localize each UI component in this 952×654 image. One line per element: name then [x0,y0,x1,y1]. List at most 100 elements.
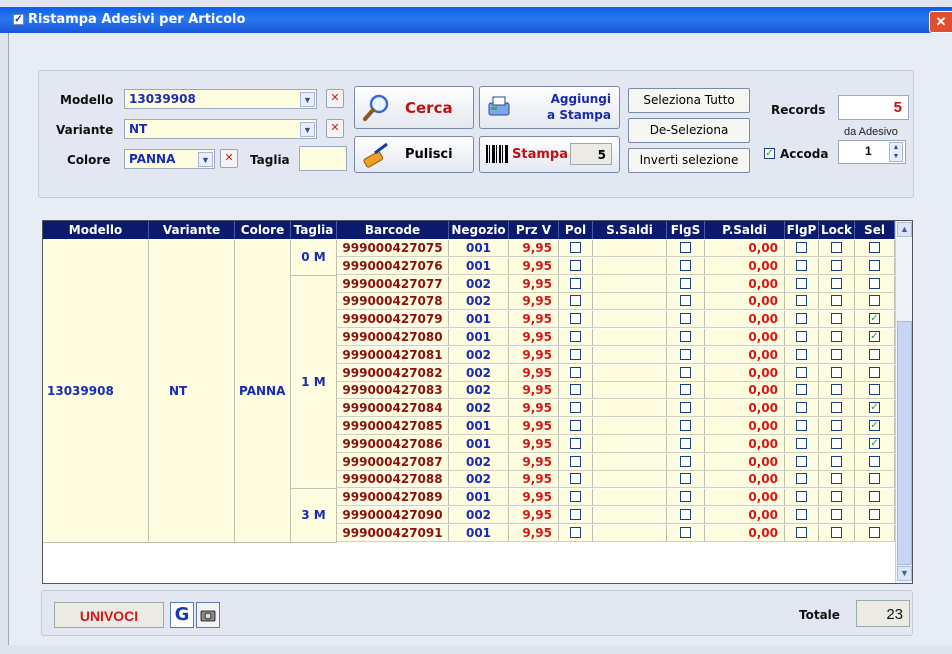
table-row[interactable]: 999000427077 002 9,95 0,00 [43,275,895,293]
cell-lock[interactable] [819,257,855,275]
variante-dropdown-icon[interactable]: ▼ [300,122,315,137]
cell-pol[interactable] [559,257,593,275]
table-row[interactable]: 999000427089 001 9,95 0,00 [43,489,895,507]
flgp-checkbox[interactable] [796,348,807,360]
flgs-checkbox[interactable] [680,295,691,307]
sel-checkbox[interactable] [869,473,880,485]
sel-checkbox[interactable] [869,384,880,396]
pulisci-button[interactable]: Pulisci [354,136,474,173]
cell-flgp[interactable] [785,418,819,435]
cell-flgp[interactable] [785,400,819,418]
cell-flgs[interactable] [667,489,705,507]
cell-sel[interactable] [855,382,895,400]
flgs-checkbox[interactable] [680,455,691,467]
lock-checkbox[interactable] [831,348,842,360]
cell-pol[interactable] [559,453,593,471]
column-header-prz[interactable]: Prz V [509,221,559,239]
lock-checkbox[interactable] [831,295,842,307]
table-row[interactable]: 999000427075 001 9,95 0,00 [43,240,895,257]
cell-flgs[interactable] [667,275,705,293]
flgp-checkbox[interactable] [796,259,807,271]
column-header-variante[interactable]: Variante [149,221,235,239]
cell-flgp[interactable] [785,275,819,293]
cell-flgs[interactable] [667,293,705,311]
seleziona-tutto-button[interactable]: Seleziona Tutto [628,88,750,113]
sel-checkbox[interactable] [869,242,880,253]
flgp-checkbox[interactable] [796,242,807,253]
accoda-checkbox[interactable]: ✓ [764,148,775,159]
flgs-checkbox[interactable] [680,259,691,271]
pol-checkbox[interactable] [570,295,581,307]
sel-checkbox[interactable]: ✓ [869,402,880,414]
sel-checkbox[interactable] [869,348,880,360]
flgs-checkbox[interactable] [680,242,691,253]
cell-flgs[interactable] [667,435,705,453]
cell-flgp[interactable] [785,435,819,453]
cell-sel[interactable] [855,257,895,275]
lock-checkbox[interactable] [831,402,842,414]
lock-checkbox[interactable] [831,331,842,342]
flgp-checkbox[interactable] [796,509,807,520]
cell-pol[interactable] [559,489,593,507]
cell-pol[interactable] [559,400,593,418]
cell-flgp[interactable] [785,471,819,489]
cell-pol[interactable] [559,418,593,435]
cell-lock[interactable] [819,418,855,435]
pol-checkbox[interactable] [570,348,581,360]
table-row[interactable]: 999000427088 002 9,95 0,00 [43,471,895,489]
cell-sel[interactable] [855,293,895,311]
pol-checkbox[interactable] [570,526,581,538]
cell-lock[interactable] [819,329,855,346]
cell-pol[interactable] [559,329,593,346]
table-row[interactable]: 999000427085 001 9,95 0,00 ✓ [43,418,895,435]
cell-pol[interactable] [559,435,593,453]
lock-checkbox[interactable] [831,473,842,485]
cell-flgp[interactable] [785,489,819,507]
cell-lock[interactable] [819,400,855,418]
lock-checkbox[interactable] [831,526,842,538]
table-row[interactable]: 999000427076 001 9,95 0,00 [43,257,895,275]
sel-checkbox[interactable] [869,366,880,378]
table-row[interactable]: 999000427080 001 9,95 0,00 ✓ [43,329,895,346]
cell-flgp[interactable] [785,311,819,329]
modello-clear-button[interactable]: ✕ [326,89,344,108]
flgs-checkbox[interactable] [680,331,691,342]
colore-dropdown-icon[interactable]: ▼ [198,152,213,167]
cell-lock[interactable] [819,382,855,400]
lock-checkbox[interactable] [831,242,842,253]
pol-checkbox[interactable] [570,277,581,289]
title-bar[interactable]: ✓ Ristampa Adesivi per Articolo ✕ [0,7,952,33]
cell-lock[interactable] [819,453,855,471]
camera-button[interactable] [196,602,220,628]
sel-checkbox[interactable]: ✓ [869,420,880,431]
flgs-checkbox[interactable] [680,366,691,378]
lock-checkbox[interactable] [831,437,842,449]
table-row[interactable]: 999000427086 001 9,95 0,00 ✓ [43,435,895,453]
colore-clear-button[interactable]: ✕ [220,149,238,168]
cell-lock[interactable] [819,293,855,311]
spinner-arrows-icon[interactable]: ▲ ▼ [889,142,903,162]
cell-flgp[interactable] [785,453,819,471]
cell-pol[interactable] [559,382,593,400]
column-header-flgs[interactable]: FlgS [667,221,705,239]
table-row[interactable]: 999000427084 002 9,95 0,00 ✓ [43,400,895,418]
table-row[interactable]: 999000427083 002 9,95 0,00 [43,382,895,400]
pol-checkbox[interactable] [570,491,581,503]
stampa-button[interactable]: Stampa 5 [479,136,620,173]
cell-lock[interactable] [819,507,855,524]
cell-flgs[interactable] [667,507,705,524]
flgs-checkbox[interactable] [680,402,691,414]
modello-dropdown-icon[interactable]: ▼ [300,92,315,107]
cell-flgs[interactable] [667,329,705,346]
scroll-up-icon[interactable]: ▲ [897,222,912,237]
column-header-flgp[interactable]: FlgP [785,221,819,239]
sel-checkbox[interactable] [869,526,880,538]
flgs-checkbox[interactable] [680,313,691,325]
flgp-checkbox[interactable] [796,437,807,449]
flgp-checkbox[interactable] [796,455,807,467]
column-header-lock[interactable]: Lock [819,221,855,239]
cell-sel[interactable]: ✓ [855,418,895,435]
cell-sel[interactable]: ✓ [855,435,895,453]
cell-flgs[interactable] [667,364,705,382]
lock-checkbox[interactable] [831,277,842,289]
